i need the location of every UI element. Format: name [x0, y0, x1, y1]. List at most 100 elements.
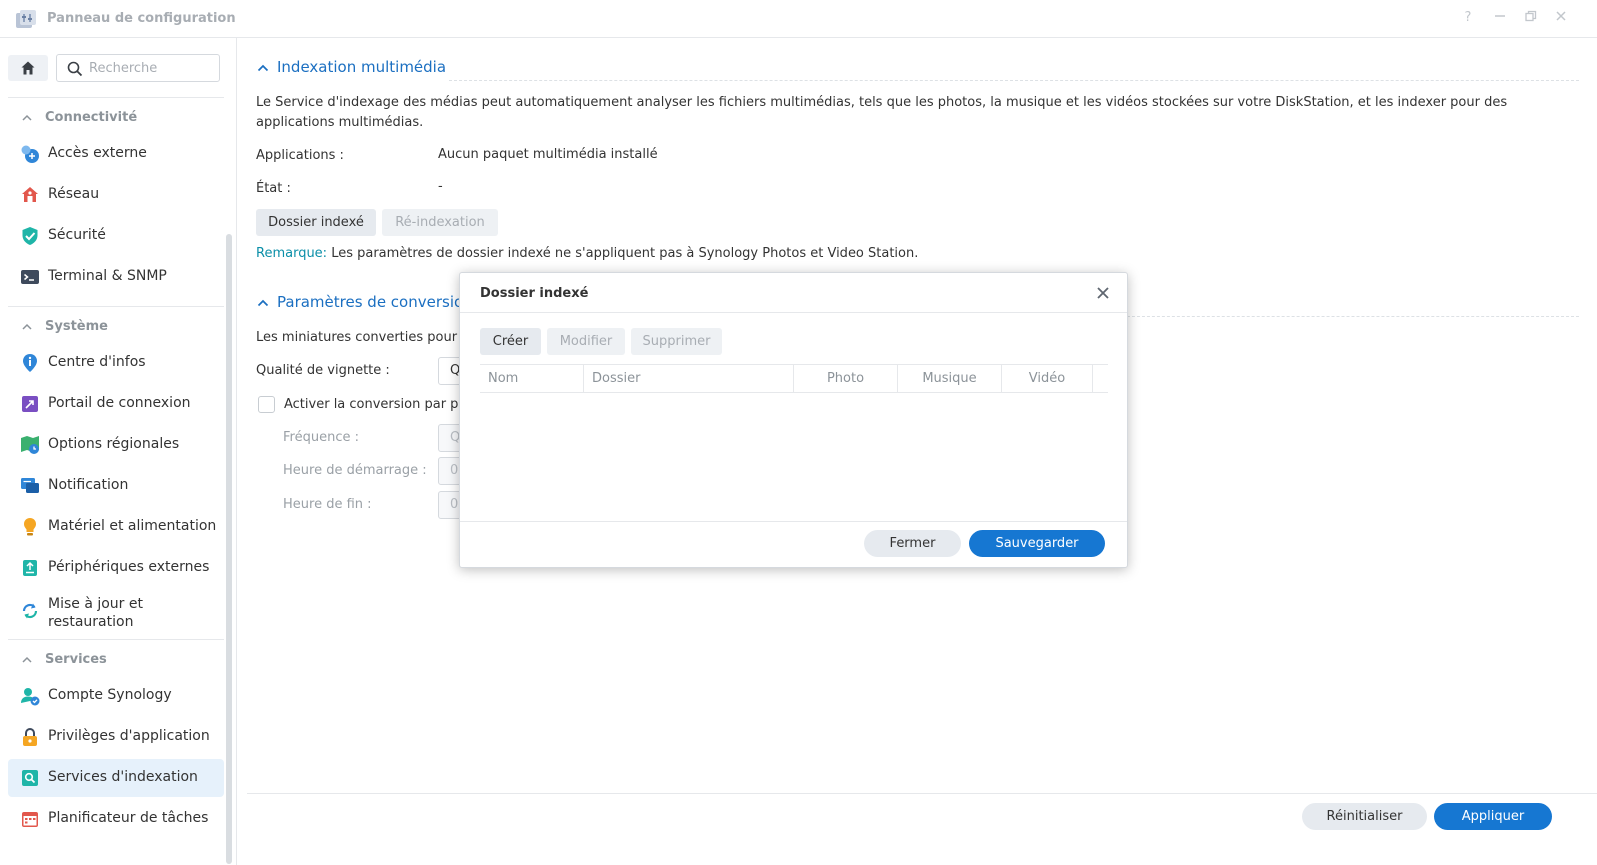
sidebar-item-label: Réseau [48, 186, 100, 202]
chevron-up-icon [22, 323, 32, 330]
sidebar-item-external-devices[interactable]: Périphériques externes [8, 549, 224, 587]
sidebar-item-update-restore[interactable]: Mise à jour et restauration [8, 593, 224, 631]
sidebar-item-external-access[interactable]: Accès externe [8, 135, 224, 173]
sidebar-item-label: Matériel et alimentation [48, 518, 217, 534]
section-header-conversion[interactable]: Paramètres de conversio [257, 293, 463, 311]
sidebar-group-services[interactable]: Services [22, 652, 107, 667]
dialog-footer-divider [460, 521, 1127, 522]
sidebar-divider [8, 97, 224, 98]
sidebar-item-synology-account[interactable]: Compte Synology [8, 677, 224, 715]
remark-note: Remarque: Les paramètres de dossier inde… [256, 246, 918, 261]
sidebar-item-label: Notification [48, 477, 129, 493]
remark-label: Remarque: [256, 246, 328, 261]
media-description: Le Service d'indexage des médias peut au… [256, 95, 1508, 130]
chevron-up-icon [257, 299, 269, 306]
sidebar-item-hardware-power[interactable]: Matériel et alimentation [8, 508, 224, 546]
control-panel-window: Panneau de configuration ? Con [0, 0, 1597, 865]
sidebar-item-label: Mise à jour et restauration [48, 596, 143, 630]
sidebar-item-label: Sécurité [48, 227, 106, 243]
sidebar-divider [8, 639, 224, 640]
create-button[interactable]: Créer [480, 328, 541, 355]
sidebar: Connectivité Accès externe Réseau Sécu [0, 38, 237, 865]
sidebar-item-task-scheduler[interactable]: Planificateur de tâches [8, 800, 224, 838]
sidebar-item-login-portal[interactable]: Portail de connexion [8, 385, 224, 423]
help-icon[interactable]: ? [1460, 10, 1476, 26]
sidebar-item-security[interactable]: Sécurité [8, 217, 224, 255]
footer-divider [247, 793, 1597, 794]
sidebar-item-label: Périphériques externes [48, 559, 210, 575]
enable-conversion-checkbox[interactable] [258, 396, 275, 413]
sidebar-item-app-privileges[interactable]: Privilèges d'application [8, 718, 224, 756]
save-button[interactable]: Sauvegarder [969, 530, 1105, 557]
search-input[interactable] [89, 59, 214, 77]
sidebar-item-indexing-service[interactable]: Services d'indexation [8, 759, 224, 797]
sidebar-item-terminal[interactable]: Terminal & SNMP [8, 258, 224, 296]
title-bar: Panneau de configuration ? [0, 0, 1597, 38]
section-divider [1117, 316, 1579, 317]
home-icon [21, 61, 35, 75]
indexed-folder-button[interactable]: Dossier indexé [256, 209, 376, 236]
sidebar-item-label: Centre d'infos [48, 354, 146, 370]
sidebar-group-connectivity[interactable]: Connectivité [22, 110, 137, 125]
close-window-icon[interactable] [1553, 10, 1569, 26]
dialog-header-divider [460, 312, 1127, 313]
close-icon[interactable] [1095, 285, 1111, 301]
app-privileges-icon [23, 728, 37, 746]
column-header-music[interactable]: Musique [898, 365, 1002, 392]
close-button[interactable]: Fermer [864, 530, 961, 557]
edit-button[interactable]: Modifier [547, 328, 625, 355]
restore-icon[interactable] [1523, 10, 1539, 26]
external-devices-icon [23, 560, 37, 576]
section-title: Indexation multimédia [277, 58, 447, 76]
delete-button[interactable]: Supprimer [631, 328, 722, 355]
applications-value: Aucun paquet multimédia installé [438, 147, 658, 162]
end-time-label: Heure de fin : [283, 497, 372, 512]
state-value: - [438, 179, 443, 194]
sidebar-item-label: Accès externe [48, 145, 147, 161]
synology-account-icon [21, 688, 40, 706]
reindex-button[interactable]: Ré-indexation [382, 209, 498, 236]
search-icon [67, 61, 83, 77]
chevron-up-icon [22, 656, 32, 663]
sidebar-item-notification[interactable]: Notification [8, 467, 224, 505]
sidebar-group-label: Système [45, 319, 108, 334]
column-header-folder[interactable]: Dossier [584, 365, 794, 392]
conversion-description: Les miniatures converties pour [256, 330, 458, 345]
column-header-name[interactable]: Nom [480, 365, 584, 392]
section-divider [449, 80, 1579, 81]
terminal-icon [21, 270, 39, 284]
sidebar-item-network[interactable]: Réseau [8, 176, 224, 214]
sidebar-item-label: Compte Synology [48, 687, 172, 703]
section-title: Paramètres de conversio [277, 293, 464, 311]
state-label: État : [256, 181, 291, 196]
home-button[interactable] [8, 55, 48, 81]
applications-label: Applications : [256, 148, 344, 163]
dialog-title: Dossier indexé [480, 286, 589, 301]
sidebar-item-label: Options régionales [48, 436, 180, 452]
indexing-service-icon [22, 770, 38, 786]
sidebar-item-label: Portail de connexion [48, 395, 191, 411]
chevron-up-icon [22, 114, 32, 121]
sidebar-item-label: Services d'indexation [48, 769, 198, 785]
column-header-photo[interactable]: Photo [794, 365, 898, 392]
info-center-icon [23, 354, 37, 372]
indexed-folder-dialog: Dossier indexé Créer Modifier Supprimer … [459, 272, 1128, 568]
thumb-quality-label: Qualité de vignette : [256, 363, 390, 378]
sidebar-item-label: Planificateur de tâches [48, 810, 209, 826]
sidebar-scrollbar[interactable] [226, 234, 232, 864]
sidebar-group-system[interactable]: Système [22, 319, 108, 334]
task-scheduler-icon [22, 812, 38, 827]
minimize-icon[interactable] [1492, 10, 1508, 26]
search-box [56, 54, 220, 82]
sidebar-item-label: Terminal & SNMP [48, 268, 167, 284]
apply-button[interactable]: Appliquer [1434, 803, 1552, 830]
sidebar-item-info-center[interactable]: Centre d'infos [8, 344, 224, 382]
sidebar-item-regional-options[interactable]: Options régionales [8, 426, 224, 464]
section-header-media-indexing[interactable]: Indexation multimédia [257, 58, 446, 76]
start-time-label: Heure de démarrage : [283, 463, 427, 478]
remark-text: Les paramètres de dossier indexé ne s'ap… [327, 246, 919, 261]
column-header-video[interactable]: Vidéo [1002, 365, 1093, 392]
external-access-icon [21, 145, 39, 163]
update-restore-icon [22, 603, 38, 619]
reset-button[interactable]: Réinitialiser [1302, 803, 1427, 830]
